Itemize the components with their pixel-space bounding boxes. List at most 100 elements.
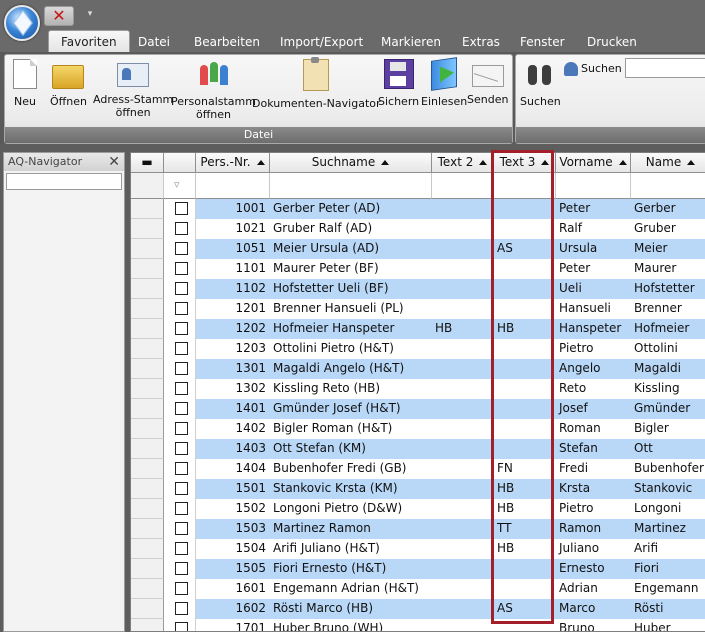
row-checkbox-cell[interactable] <box>164 239 196 259</box>
filter-cell-suchname[interactable] <box>270 173 432 199</box>
table-row[interactable]: 1101 Maurer Peter (BF) Peter Maurer <box>131 259 705 279</box>
row-selector[interactable] <box>131 259 164 279</box>
row-selector[interactable] <box>131 199 164 219</box>
row-selector[interactable] <box>131 419 164 439</box>
row-checkbox-cell[interactable] <box>164 279 196 299</box>
table-row[interactable]: 1201 Brenner Hansueli (PL) Hansueli Brenner <box>131 299 705 319</box>
row-selector[interactable] <box>131 559 164 579</box>
table-row[interactable]: 1403 Ott Stefan (KM) Stefan Ott <box>131 439 705 459</box>
tab-datei[interactable]: Datei <box>138 31 170 51</box>
row-checkbox[interactable] <box>175 322 188 335</box>
row-checkbox-cell[interactable] <box>164 259 196 279</box>
row-checkbox[interactable] <box>175 502 188 515</box>
row-selector[interactable] <box>131 219 164 239</box>
row-checkbox[interactable] <box>175 222 188 235</box>
table-row[interactable]: 1503 Martinez Ramon TT Ramon Martinez <box>131 519 705 539</box>
row-checkbox[interactable] <box>175 202 188 215</box>
row-selector[interactable] <box>131 499 164 519</box>
filter-cell-text2[interactable] <box>432 173 494 199</box>
filter-cell-pers-nr[interactable] <box>196 173 270 199</box>
column-header-text3[interactable]: Text 3 <box>494 153 556 173</box>
table-row[interactable]: 1021 Gruber Ralf (AD) Ralf Gruber <box>131 219 705 239</box>
row-selector[interactable] <box>131 279 164 299</box>
row-checkbox-cell[interactable] <box>164 299 196 319</box>
row-checkbox[interactable] <box>175 242 188 255</box>
table-row[interactable]: 1302 Kissling Reto (HB) Reto Kissling <box>131 379 705 399</box>
row-selector[interactable] <box>131 399 164 419</box>
row-checkbox[interactable] <box>175 282 188 295</box>
quick-access-close-button[interactable]: ✕ <box>44 6 74 26</box>
filter-cell-text3[interactable] <box>494 173 556 199</box>
tab-drucken[interactable]: Drucken <box>587 31 637 51</box>
row-selector[interactable] <box>131 539 164 559</box>
neu-button[interactable]: Neu <box>13 59 37 108</box>
tab-fenster[interactable]: Fenster <box>520 31 565 51</box>
table-row[interactable]: 1505 Fiori Ernesto (H&T) Ernesto Fiori <box>131 559 705 579</box>
row-checkbox[interactable] <box>175 422 188 435</box>
row-checkbox-cell[interactable] <box>164 439 196 459</box>
row-checkbox-cell[interactable] <box>164 399 196 419</box>
row-checkbox[interactable] <box>175 262 188 275</box>
table-row[interactable]: 1602 Rösti Marco (HB) AS Marco Rösti <box>131 599 705 619</box>
row-selector[interactable] <box>131 379 164 399</box>
personalstamm-button[interactable]: Personalstamm öffnen <box>171 59 256 121</box>
row-checkbox-cell[interactable] <box>164 539 196 559</box>
row-selector[interactable] <box>131 319 164 339</box>
row-selector[interactable] <box>131 579 164 599</box>
row-checkbox-cell[interactable] <box>164 319 196 339</box>
row-checkbox-cell[interactable] <box>164 219 196 239</box>
filter-cell-checkbox[interactable]: ▿ <box>164 173 196 199</box>
row-checkbox-cell[interactable] <box>164 359 196 379</box>
row-selector[interactable] <box>131 519 164 539</box>
row-selector[interactable] <box>131 619 164 631</box>
row-checkbox[interactable] <box>175 302 188 315</box>
column-header-suchname[interactable]: Suchname <box>270 153 432 173</box>
oeffnen-button[interactable]: Öffnen <box>50 59 87 108</box>
tab-bearbeiten[interactable]: Bearbeiten <box>194 31 260 51</box>
row-checkbox-cell[interactable] <box>164 479 196 499</box>
column-header-vorname[interactable]: Vorname <box>556 153 631 173</box>
table-row[interactable]: 1701 Huber Bruno (WH) Bruno Huber <box>131 619 705 631</box>
table-row[interactable]: 1501 Stankovic Krsta (KM) HB Krsta Stankovic <box>131 479 705 499</box>
row-selector[interactable] <box>131 359 164 379</box>
row-checkbox[interactable] <box>175 542 188 555</box>
column-header-name[interactable]: Name <box>631 153 705 173</box>
row-checkbox-cell[interactable] <box>164 519 196 539</box>
row-checkbox[interactable] <box>175 382 188 395</box>
dokumenten-navigator-button[interactable]: Dokumenten-Navigator <box>252 57 381 110</box>
row-checkbox[interactable] <box>175 462 188 475</box>
row-checkbox-cell[interactable] <box>164 619 196 631</box>
row-selector[interactable] <box>131 479 164 499</box>
column-header-checkbox[interactable] <box>164 153 196 173</box>
table-row[interactable]: 1001 Gerber Peter (AD) Peter Gerber <box>131 199 705 219</box>
row-checkbox-cell[interactable] <box>164 199 196 219</box>
table-row[interactable]: 1402 Bigler Roman (H&T) Roman Bigler <box>131 419 705 439</box>
row-checkbox[interactable] <box>175 622 188 631</box>
tab-favoriten[interactable]: Favoriten <box>48 30 130 53</box>
tab-extras[interactable]: Extras <box>462 31 500 51</box>
row-selector[interactable] <box>131 339 164 359</box>
row-checkbox[interactable] <box>175 602 188 615</box>
filter-cell-vorname[interactable] <box>556 173 631 199</box>
filter-cell-name[interactable] <box>631 173 705 199</box>
table-row[interactable]: 1102 Hofstetter Ueli (BF) Ueli Hofstetter <box>131 279 705 299</box>
adress-stamm-button[interactable]: Adress-Stamm öffnen <box>93 59 173 119</box>
row-checkbox-cell[interactable] <box>164 499 196 519</box>
row-checkbox-cell[interactable] <box>164 459 196 479</box>
column-header-pers-nr[interactable]: Pers.-Nr. <box>196 153 270 173</box>
tab-markieren[interactable]: Markieren <box>381 31 441 51</box>
row-checkbox-cell[interactable] <box>164 579 196 599</box>
row-checkbox[interactable] <box>175 562 188 575</box>
row-checkbox[interactable] <box>175 582 188 595</box>
row-selector[interactable] <box>131 239 164 259</box>
row-selector[interactable] <box>131 599 164 619</box>
table-row[interactable]: 1504 Arifi Juliano (H&T) HB Juliano Arifi <box>131 539 705 559</box>
row-checkbox[interactable] <box>175 522 188 535</box>
column-header-row-select[interactable]: ▬ <box>131 153 164 173</box>
row-checkbox[interactable] <box>175 482 188 495</box>
table-row[interactable]: 1601 Engemann Adrian (H&T) Adrian Engemann <box>131 579 705 599</box>
row-checkbox-cell[interactable] <box>164 339 196 359</box>
row-checkbox-cell[interactable] <box>164 599 196 619</box>
row-checkbox[interactable] <box>175 402 188 415</box>
close-icon[interactable]: ✕ <box>108 153 120 171</box>
